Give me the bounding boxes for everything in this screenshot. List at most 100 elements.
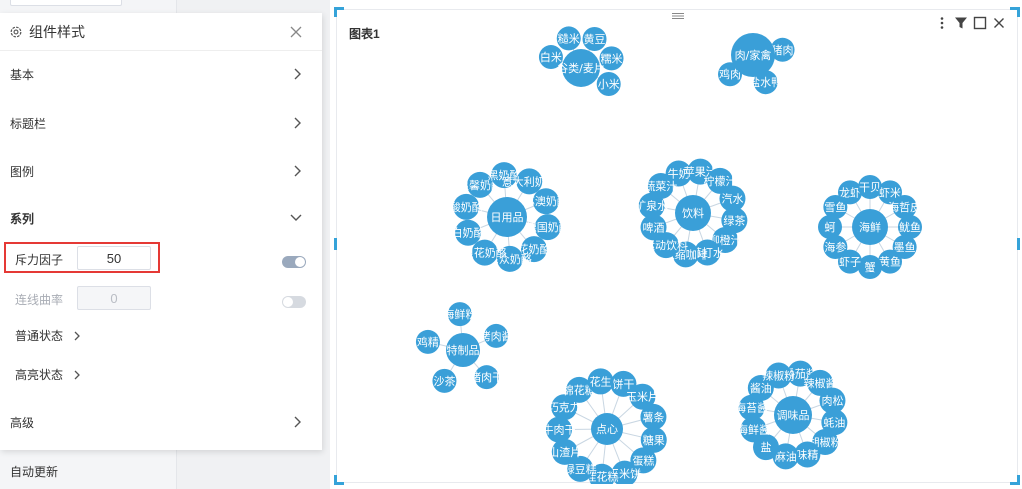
graph-hub-node[interactable]: 肉/家禽 (731, 33, 775, 77)
graph-node-label: 巧克力 (548, 401, 581, 414)
section-advanced[interactable]: 高级 (0, 407, 322, 437)
panel-title: 组件样式 (29, 23, 85, 40)
graph-hub-node[interactable]: 饮料 (675, 195, 711, 231)
section-titlebar[interactable]: 标题栏 (0, 108, 322, 138)
graph-node-label: 绿茶 (723, 213, 745, 227)
chevron-right-icon (74, 331, 80, 340)
graph-node-label: 蛋糕 (632, 453, 654, 467)
graph-leaf-node[interactable]: 雪鱼 (823, 195, 848, 219)
curvature-input[interactable] (77, 286, 151, 310)
normal-state-row[interactable]: 普通状态 (15, 327, 81, 344)
graph-hub-node[interactable]: 日用品 (487, 197, 527, 237)
graph-node-label: 干贝 (859, 181, 881, 194)
gear-icon (10, 26, 22, 37)
graph-leaf-node[interactable]: 花生 (587, 368, 614, 395)
graph-node-label: 汽水 (721, 192, 743, 206)
graph-node-label: 海鲜酱 (737, 422, 770, 436)
repulsion-toggle[interactable] (282, 256, 306, 268)
graph-node-label: 海哲皮 (888, 200, 921, 214)
background-input (10, 0, 122, 6)
graph-leaf-node[interactable]: 海鲜粉 (443, 302, 476, 327)
chevron-right-icon (294, 416, 301, 428)
graph-leaf-node[interactable]: 酸奶酪 (450, 193, 483, 220)
normal-state-label: 普通状态 (15, 329, 64, 343)
curvature-label: 连线曲率 (15, 293, 64, 307)
graph-node-label: 海参 (824, 240, 846, 254)
highlight-state-label: 高亮状态 (15, 368, 64, 382)
graph-node-label: 浪花奶酪 (463, 246, 507, 260)
repulsion-input[interactable] (77, 246, 151, 270)
graph-node-label: 日用品 (491, 211, 524, 224)
graph-leaf-node[interactable]: 黄豆 (582, 26, 607, 51)
graph-hub-node[interactable]: 点心 (591, 413, 623, 445)
graph-node-label: 小米 (598, 78, 620, 91)
graph-node-label: 蚝油 (823, 415, 845, 429)
graph-leaf-node[interactable]: 烤肉酱 (480, 323, 513, 348)
section-legend[interactable]: 图例 (0, 156, 322, 186)
graph-leaf-node[interactable]: 德国奶酪 (526, 214, 570, 241)
graph-node-label: 盐水鸭 (749, 76, 782, 89)
graph-node-label: 白奶酪 (452, 226, 485, 240)
panel-header: 组件样式 (0, 13, 322, 51)
graph-node-label: 味精 (796, 448, 818, 461)
graph-node-label: 调味品 (777, 409, 810, 422)
graph-node-label: 点心 (596, 423, 618, 436)
chevron-right-icon (294, 68, 301, 80)
graph-node-label: 蔬菜汁 (644, 180, 677, 193)
graph-node-label: 苏澳奶酪 (524, 194, 568, 208)
chart-component[interactable]: 图表1 白米 糙米 黄豆 糯米 小米 谷类/麦片 猪肉 盐水鸭 鸡肉 肉/家禽 温馨奶酪 黑奶酪 意大利… (334, 7, 1020, 485)
graph-node-label: 特制品 (447, 343, 480, 357)
graph-node-label: 黄鱼 (879, 255, 901, 269)
graph-node-label: 花生 (590, 374, 612, 388)
graph-node-label: 蚵 (825, 221, 836, 234)
graph-node-label: 薯条 (642, 410, 664, 424)
graph-node-label: 蟹 (865, 260, 876, 274)
graph-node-label: 海鲜 (859, 220, 881, 234)
chevron-right-icon (74, 370, 80, 379)
component-style-panel: 组件样式 基本 标题栏 图例 系列 斥力因子 连线曲率 普通状态 高亮状态 高级 (0, 13, 322, 450)
section-legend-label: 图例 (10, 164, 35, 179)
graph-leaf-node[interactable]: 小米 (596, 72, 621, 96)
graph-node-label: 啤酒 (643, 220, 665, 234)
section-basic[interactable]: 基本 (0, 59, 322, 89)
close-icon[interactable] (286, 22, 306, 42)
graph-node-label: 饼干 (612, 377, 634, 391)
section-series[interactable]: 系列 (0, 203, 322, 233)
graph-leaf-node[interactable]: 糙米 (556, 26, 581, 51)
graph-node-label: 饮料 (682, 206, 704, 220)
graph-node-label: 辣椒粉 (762, 368, 795, 382)
graph-nodes: 白米糙米 黄豆糯米小米谷类/麦片猪肉盐水鸭鸡肉肉/家禽温馨奶酪黑奶酪意大利奶酪苏澳… (415, 26, 922, 484)
graph-node-label: 黄豆 (584, 32, 606, 46)
chevron-right-icon (294, 165, 301, 177)
graph-node-label: 运动饮料 (644, 238, 688, 252)
graph-node-label: 雪鱼 (824, 200, 846, 214)
curvature-toggle[interactable] (282, 296, 306, 308)
graph-hub-node[interactable]: 调味品 (774, 396, 812, 434)
graph-leaf-node[interactable]: 薯条 (640, 403, 667, 430)
graph-node-label: 沙茶 (433, 375, 455, 388)
force-graph[interactable]: 白米糙米 黄豆糯米小米谷类/麦片猪肉盐水鸭鸡肉肉/家禽温馨奶酪黑奶酪意大利奶酪苏澳… (337, 10, 1019, 484)
graph-leaf-node[interactable]: 沙茶 (432, 368, 457, 393)
graph-node-label: 虾子 (839, 256, 861, 269)
graph-node-label: 德国奶酪 (526, 220, 570, 234)
graph-node-label: 海苔酱 (735, 401, 768, 415)
graph-node-label: 山渣片 (548, 445, 581, 459)
graph-node-label: 酸奶酪 (450, 200, 483, 214)
graph-hub-node[interactable]: 海鲜 (852, 209, 888, 245)
graph-leaf-node[interactable]: 鸡精 (415, 329, 440, 354)
graph-node-label: 海鲜粉 (443, 307, 476, 321)
graph-node-label: 糖果 (643, 433, 665, 447)
chevron-right-icon (294, 117, 301, 129)
section-basic-label: 基本 (10, 67, 35, 82)
graph-node-label: 肉松 (821, 394, 843, 408)
section-series-label: 系列 (10, 211, 35, 226)
section-advanced-label: 高级 (10, 415, 35, 430)
graph-leaf-node[interactable]: 猪肉干 (470, 365, 503, 390)
graph-node-label: 谷类/麦片 (557, 61, 605, 75)
graph-node-label: 烤肉酱 (480, 329, 513, 343)
graph-node-label: 肉/家禽 (735, 48, 772, 62)
graph-hub-node[interactable]: 特制品 (446, 333, 480, 367)
highlight-state-row[interactable]: 高亮状态 (15, 366, 81, 383)
graph-node-label: 鱿鱼 (899, 220, 921, 234)
graph-leaf-node[interactable]: 牛肉干 (543, 416, 576, 443)
